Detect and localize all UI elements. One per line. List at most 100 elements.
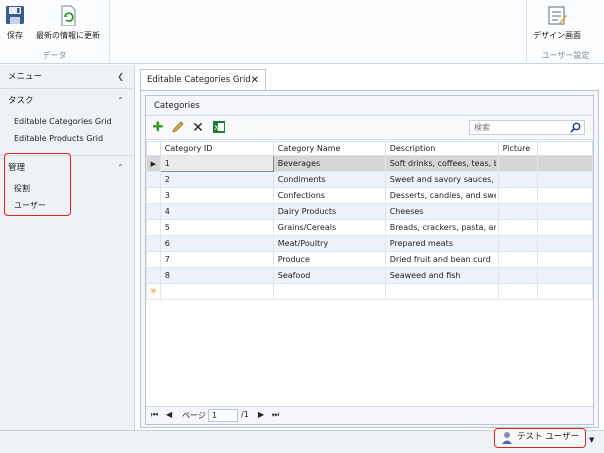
cell-category-name[interactable]: Confections bbox=[272, 187, 386, 204]
collapse-left-icon[interactable]: ❮ bbox=[117, 65, 124, 89]
table-row[interactable]: 7 Produce Dried fruit and bean curd bbox=[146, 251, 593, 268]
cell-picture[interactable] bbox=[497, 219, 539, 236]
save-button[interactable]: 保存 bbox=[5, 4, 25, 41]
search-input[interactable] bbox=[470, 121, 566, 134]
new-row-cell[interactable] bbox=[537, 283, 593, 300]
cell-category-id[interactable]: 2 bbox=[159, 171, 274, 188]
cell-description[interactable]: Breads, crackers, pasta, and ce bbox=[384, 219, 499, 236]
cell-category-id-text: 8 bbox=[164, 271, 170, 280]
chevron-up-icon[interactable]: ⌃ bbox=[117, 89, 124, 113]
cell-description[interactable]: Desserts, candies, and sweet b bbox=[384, 187, 499, 204]
cell-filler bbox=[537, 235, 593, 252]
cell-description[interactable]: Soft drinks, coffees, teas, beer bbox=[384, 155, 499, 172]
new-row-star-icon: ✳ bbox=[149, 286, 158, 297]
pencil-icon[interactable] bbox=[170, 120, 186, 136]
cell-description-text: Sweet and savory sauces, relis bbox=[389, 175, 496, 184]
close-icon[interactable]: ✕ bbox=[251, 70, 259, 91]
cell-category-name[interactable]: Grains/Cereals bbox=[272, 219, 386, 236]
cell-category-name[interactable]: Dairy Products bbox=[272, 203, 386, 220]
cell-category-id[interactable]: 5 bbox=[159, 219, 274, 236]
cell-picture[interactable] bbox=[497, 267, 539, 284]
first-page-icon[interactable]: ⏮ bbox=[151, 410, 158, 420]
x-delete-icon[interactable]: ✕ bbox=[190, 120, 206, 136]
current-row-arrow-icon: ▶ bbox=[150, 160, 157, 168]
next-page-icon[interactable]: ▶ bbox=[258, 410, 264, 419]
table-row[interactable]: 2 Condiments Sweet and savory sauces, reli… bbox=[146, 171, 593, 188]
cell-category-name[interactable]: Condiments bbox=[272, 171, 386, 188]
cell-description-text: Prepared meats bbox=[389, 239, 453, 248]
new-row-cell[interactable] bbox=[272, 283, 386, 300]
cell-category-id[interactable]: 3 bbox=[159, 187, 274, 204]
user-dropdown-arrow-icon[interactable]: ▼ bbox=[589, 436, 594, 444]
new-row-cell[interactable] bbox=[497, 283, 539, 300]
search-field[interactable] bbox=[469, 120, 585, 135]
cell-description[interactable]: Prepared meats bbox=[384, 235, 499, 252]
menu-header[interactable]: メニュー ❮ bbox=[0, 65, 134, 89]
new-row-cell[interactable] bbox=[384, 283, 499, 300]
cell-category-name-text: Grains/Cereals bbox=[277, 223, 337, 232]
column-header-category-name[interactable]: Category Name bbox=[272, 141, 386, 156]
tasks-title: タスク bbox=[8, 96, 34, 106]
cell-description-text: Cheeses bbox=[389, 207, 424, 216]
chevron-up-icon[interactable]: ⌃ bbox=[117, 156, 124, 180]
categories-grid: Categories ✚ ✕ X Cat bbox=[145, 95, 594, 425]
ribbon: 保存 最新の情報に更新 データ デザイン画面 ユーザー設定 bbox=[0, 0, 604, 64]
cell-category-name[interactable]: Beverages bbox=[272, 155, 386, 172]
cell-category-name-text: Dairy Products bbox=[277, 207, 337, 216]
cell-description-text: Soft drinks, coffees, teas, beer bbox=[389, 159, 496, 168]
row-indicator bbox=[146, 187, 161, 204]
cell-category-id[interactable]: 4 bbox=[159, 203, 274, 220]
floppy-disk-icon bbox=[6, 6, 24, 24]
cell-category-name[interactable]: Meat/Poultry bbox=[272, 235, 386, 252]
cell-picture[interactable] bbox=[497, 251, 539, 268]
cell-description-text: Breads, crackers, pasta, and ce bbox=[389, 223, 496, 232]
nav-item-editable-categories-grid[interactable]: Editable Categories Grid bbox=[0, 113, 134, 130]
tasks-section-header[interactable]: タスク ⌃ bbox=[0, 89, 134, 113]
refresh-button[interactable]: 最新の情報に更新 bbox=[36, 4, 100, 41]
last-page-icon[interactable]: ⏭ bbox=[272, 410, 279, 420]
new-row-indicator[interactable]: ✳ bbox=[146, 283, 161, 300]
table-row[interactable]: ▶ 1 Beverages Soft drinks, coffees, teas, b… bbox=[146, 155, 593, 172]
cell-category-name-text: Condiments bbox=[277, 175, 326, 184]
cell-picture[interactable] bbox=[497, 187, 539, 204]
tab-editable-categories-grid[interactable]: Editable Categories Grid ✕ bbox=[140, 69, 266, 91]
cell-category-id[interactable]: 1 bbox=[159, 155, 274, 172]
cell-category-id[interactable]: 7 bbox=[159, 251, 274, 268]
cell-category-name[interactable]: Produce bbox=[272, 251, 386, 268]
cell-description[interactable]: Seaweed and fish bbox=[384, 267, 499, 284]
cell-category-id-text: 7 bbox=[164, 255, 170, 264]
prev-page-icon[interactable]: ◀ bbox=[166, 410, 172, 419]
column-header-picture[interactable]: Picture bbox=[497, 141, 539, 156]
page-total: /1 bbox=[241, 410, 249, 419]
column-header-description[interactable]: Description bbox=[384, 141, 499, 156]
table-row[interactable]: 8 Seafood Seaweed and fish bbox=[146, 267, 593, 284]
pager: ⏮ ◀ ページ 1 /1 ▶ ⏭ bbox=[146, 406, 593, 424]
cell-picture[interactable] bbox=[497, 203, 539, 220]
new-row-cell[interactable] bbox=[159, 283, 274, 300]
nav-item-editable-products-grid[interactable]: Editable Products Grid bbox=[0, 130, 134, 147]
column-header-category-id[interactable]: Category ID bbox=[159, 141, 274, 156]
new-row[interactable]: ✳ bbox=[146, 283, 593, 300]
refresh-document-icon bbox=[61, 5, 76, 26]
design-screen-button[interactable]: デザイン画面 bbox=[533, 4, 581, 41]
cell-category-id[interactable]: 8 bbox=[159, 267, 274, 284]
cell-description[interactable]: Dried fruit and bean curd bbox=[384, 251, 499, 268]
excel-export-icon[interactable]: X bbox=[211, 120, 227, 136]
page-number-input[interactable]: 1 bbox=[208, 409, 238, 422]
table-row[interactable]: 3 Confections Desserts, candies, and sweet… bbox=[146, 187, 593, 204]
cell-description[interactable]: Sweet and savory sauces, relis bbox=[384, 171, 499, 188]
cell-description[interactable]: Cheeses bbox=[384, 203, 499, 220]
cell-category-name-text: Beverages bbox=[277, 159, 321, 168]
cell-picture[interactable] bbox=[497, 155, 539, 172]
ribbon-group-user-settings: デザイン画面 ユーザー設定 bbox=[526, 0, 604, 64]
cell-picture[interactable] bbox=[497, 235, 539, 252]
magnifier-icon[interactable] bbox=[570, 122, 581, 133]
cell-category-name[interactable]: Seafood bbox=[272, 267, 386, 284]
table-row[interactable]: 4 Dairy Products Cheeses bbox=[146, 203, 593, 220]
cell-category-id[interactable]: 6 bbox=[159, 235, 274, 252]
cell-picture[interactable] bbox=[497, 171, 539, 188]
current-user-button[interactable]: テスト ユーザー bbox=[494, 428, 586, 448]
table-row[interactable]: 5 Grains/Cereals Breads, crackers, pasta, … bbox=[146, 219, 593, 236]
plus-icon[interactable]: ✚ bbox=[150, 120, 166, 136]
table-row[interactable]: 6 Meat/Poultry Prepared meats bbox=[146, 235, 593, 252]
